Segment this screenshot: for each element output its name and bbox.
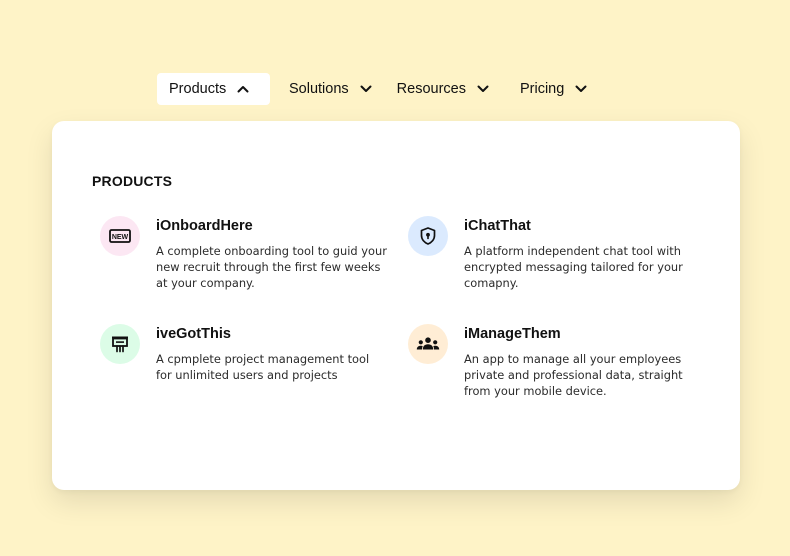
people-group-icon <box>408 324 448 364</box>
chevron-down-icon <box>476 82 490 96</box>
panel-heading: PRODUCTS <box>92 173 173 189</box>
product-description: A complete onboarding tool to guid your … <box>156 244 387 290</box>
nav-item-label: Products <box>169 81 227 97</box>
chevron-down-icon <box>574 82 588 96</box>
chevron-up-icon <box>236 82 250 96</box>
nav-item-products[interactable]: Products <box>157 73 270 105</box>
svg-text:NEW: NEW <box>112 234 129 241</box>
product-name: iveGotThis <box>156 326 231 342</box>
product-description: A platform independent chat tool with en… <box>464 244 683 290</box>
top-nav: Products Solutions Resources Pricing <box>157 73 588 105</box>
product-item-ivegotthis[interactable]: iveGotThis A cpmplete project management… <box>100 324 369 383</box>
nav-item-solutions[interactable]: Solutions <box>289 73 373 105</box>
nav-item-label: Resources <box>396 81 466 97</box>
product-description: A cpmplete project management tool for u… <box>156 352 370 382</box>
nav-item-resources[interactable]: Resources <box>397 73 490 105</box>
product-item-ionboardhere[interactable]: NEW iOnboardHere A complete onboarding t… <box>100 216 387 291</box>
new-badge-icon: NEW <box>100 216 140 256</box>
nav-item-pricing[interactable]: Pricing <box>520 73 588 105</box>
chevron-down-icon <box>359 82 373 96</box>
nav-item-label: Solutions <box>289 81 349 97</box>
product-name: iManageThem <box>464 326 561 342</box>
shield-lock-icon <box>408 216 448 256</box>
product-item-ichatthat[interactable]: iChatThat A platform independent chat to… <box>408 216 683 291</box>
product-item-imanagethem[interactable]: iManageThem An app to manage all your em… <box>408 324 683 399</box>
presentation-icon <box>100 324 140 364</box>
product-name: iOnboardHere <box>156 218 253 234</box>
nav-item-label: Pricing <box>519 81 565 97</box>
products-dropdown-panel: PRODUCTS NEW iOnboardHere A complete onb… <box>52 121 740 490</box>
product-description: An app to manage all your employees priv… <box>464 352 683 398</box>
product-name: iChatThat <box>464 218 531 234</box>
